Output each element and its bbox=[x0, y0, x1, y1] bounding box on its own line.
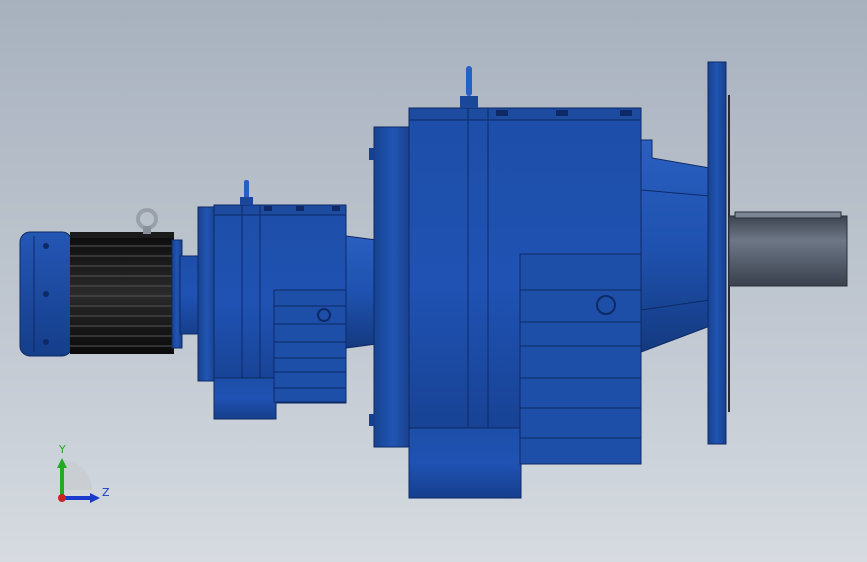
output-shaft[interactable] bbox=[728, 211, 848, 287]
output-shaft-keyway bbox=[734, 211, 842, 219]
primary-stage-cone bbox=[345, 235, 377, 349]
lifting-eye-icon bbox=[136, 208, 158, 234]
motor-adapter bbox=[179, 255, 201, 335]
motor-terminal-ridge bbox=[70, 232, 174, 238]
electric-motor[interactable] bbox=[19, 208, 201, 357]
gearmotor-model[interactable] bbox=[0, 0, 867, 562]
output-flange[interactable] bbox=[707, 61, 730, 445]
breather-icon bbox=[460, 66, 478, 108]
motor-fan-cover-bolt bbox=[43, 243, 49, 249]
output-flange-plate bbox=[707, 61, 727, 445]
motor-fan-cover-bolt bbox=[43, 339, 49, 345]
output-shaft-body bbox=[728, 215, 848, 287]
primary-stage-rib-block bbox=[273, 289, 347, 403]
main-housing-input-flange bbox=[373, 126, 413, 448]
primary-stage-top-rib bbox=[213, 204, 347, 216]
primary-stage-foot bbox=[213, 377, 277, 420]
triad-z-label: Z bbox=[102, 486, 110, 499]
main-housing-top-rib bbox=[408, 107, 642, 121]
breather-icon bbox=[240, 180, 253, 205]
triad-z-arrow-icon bbox=[90, 493, 100, 503]
main-housing-foot bbox=[408, 427, 522, 499]
motor-fan-cover-bolt bbox=[43, 291, 49, 297]
output-cone bbox=[640, 139, 711, 353]
triad-plane-arc bbox=[62, 460, 92, 490]
main-gear-housing[interactable] bbox=[369, 66, 711, 499]
triad-x-origin bbox=[58, 494, 66, 502]
triad-y-label: Y bbox=[59, 443, 66, 456]
cad-viewport[interactable]: Y Z bbox=[0, 0, 867, 562]
main-housing-rib-block bbox=[519, 253, 642, 465]
primary-gear-stage[interactable] bbox=[197, 180, 377, 420]
primary-stage-flange bbox=[197, 206, 217, 382]
